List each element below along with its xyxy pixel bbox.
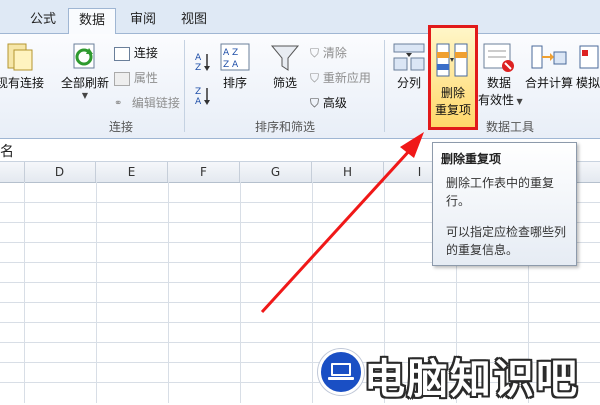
- watermark-text: 电脑知识吧: [364, 355, 579, 403]
- red-arrow-annotation: [260, 132, 424, 314]
- laptop-logo-icon: [318, 349, 364, 395]
